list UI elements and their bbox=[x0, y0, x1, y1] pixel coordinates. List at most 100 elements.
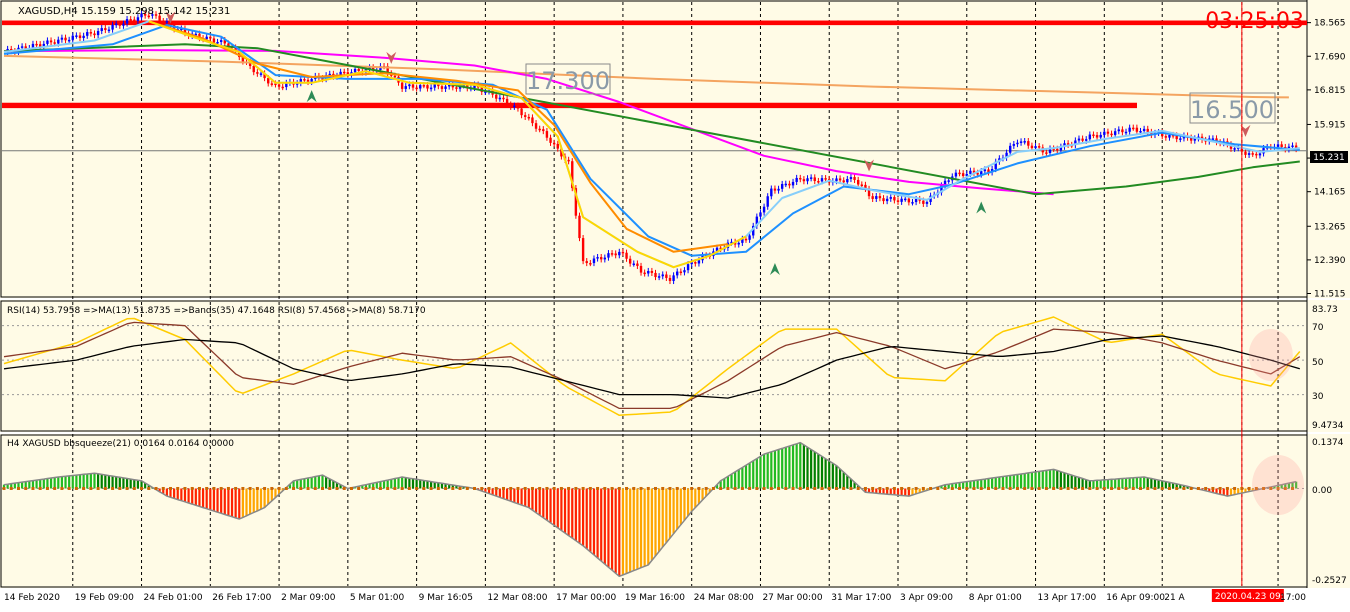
squeeze-dot bbox=[1110, 486, 1114, 490]
current-price-label: 15.231 bbox=[1313, 153, 1345, 163]
squeeze-dot bbox=[451, 486, 455, 490]
candle-bull bbox=[57, 39, 60, 44]
candle-bear bbox=[958, 172, 961, 175]
candle-bear bbox=[495, 94, 498, 99]
squeeze-dot bbox=[436, 486, 440, 490]
squeeze-dot bbox=[364, 486, 368, 490]
candle-bull bbox=[806, 178, 809, 182]
squeeze-dot bbox=[958, 486, 962, 490]
squeeze-dot bbox=[31, 486, 35, 490]
squeeze-dot bbox=[827, 486, 831, 490]
squeeze-dot bbox=[24, 486, 28, 490]
candle-bull bbox=[1291, 145, 1294, 148]
candle-bear bbox=[133, 19, 136, 22]
squeeze-dot bbox=[610, 486, 614, 490]
squeeze-dot bbox=[979, 486, 983, 490]
squeeze-dot bbox=[1088, 486, 1092, 490]
candle-bear bbox=[581, 238, 585, 262]
squeeze-dot bbox=[1153, 486, 1157, 490]
price-tick-label: 14.165 bbox=[1314, 188, 1346, 198]
price-tick-label: 17.690 bbox=[1314, 52, 1346, 62]
squeeze-dot bbox=[103, 486, 107, 490]
squeeze-dot bbox=[559, 486, 563, 490]
candle-bull bbox=[969, 170, 972, 174]
squeeze-dot bbox=[1167, 486, 1171, 490]
squeeze-dot bbox=[1218, 486, 1222, 490]
candle-bull bbox=[592, 258, 596, 264]
time-label: 27 Mar 00:00 bbox=[762, 593, 822, 603]
squeeze-dot bbox=[357, 486, 361, 490]
candle-bear bbox=[426, 85, 429, 89]
squeeze-dot bbox=[487, 486, 491, 490]
squeeze-dot bbox=[1117, 486, 1121, 490]
candle-bull bbox=[1012, 144, 1016, 146]
candle-bear bbox=[422, 85, 426, 87]
squeeze-dot bbox=[813, 486, 817, 490]
candle-bull bbox=[766, 196, 769, 207]
squeeze-dot bbox=[1001, 486, 1005, 490]
squeeze-dot bbox=[190, 486, 194, 490]
time-label: 17 Mar 00:00 bbox=[556, 593, 616, 603]
candle-bull bbox=[353, 68, 357, 73]
candle-bear bbox=[89, 32, 93, 34]
candle-bear bbox=[893, 197, 896, 201]
squeeze-dot bbox=[321, 486, 325, 490]
squeeze-dot bbox=[1175, 486, 1179, 490]
candle-bull bbox=[875, 196, 878, 199]
candle-bear bbox=[799, 177, 802, 180]
candle-bull bbox=[1247, 153, 1251, 155]
squeeze-dot bbox=[986, 486, 990, 490]
squeeze-dot bbox=[74, 486, 78, 490]
squeeze-dot bbox=[1073, 486, 1077, 490]
squeeze-dot bbox=[523, 486, 527, 490]
candle-bull bbox=[1142, 128, 1146, 132]
squeeze-dot bbox=[111, 486, 115, 490]
squeeze-dot bbox=[516, 486, 520, 490]
squeeze-dot bbox=[494, 486, 498, 490]
squeeze-tick-bottom: -0.2527 bbox=[1312, 576, 1347, 586]
squeeze-dot bbox=[1225, 486, 1229, 490]
candle-bull bbox=[647, 270, 650, 274]
squeeze-dot bbox=[212, 486, 216, 490]
candle-bear bbox=[860, 184, 864, 186]
squeeze-dot bbox=[1233, 486, 1237, 490]
squeeze-dot bbox=[400, 486, 404, 490]
squeeze-dot bbox=[682, 486, 686, 490]
squeeze-dot bbox=[769, 486, 773, 490]
squeeze-dot bbox=[45, 486, 49, 490]
time-label: 17:00 bbox=[1280, 593, 1306, 603]
candle-bear bbox=[1056, 148, 1059, 151]
squeeze-dot bbox=[625, 486, 629, 490]
squeeze-dot bbox=[748, 486, 752, 490]
candle-bull bbox=[1128, 127, 1131, 132]
candle-bull bbox=[75, 35, 78, 37]
squeeze-dot bbox=[936, 486, 940, 490]
rsi-tick-30: 30 bbox=[1312, 392, 1324, 402]
squeeze-dot bbox=[306, 486, 310, 490]
time-label: 2 Mar 09:00 bbox=[281, 593, 336, 603]
squeeze-dot bbox=[646, 486, 650, 490]
candle-bear bbox=[1027, 141, 1030, 146]
candle-bull bbox=[954, 172, 958, 177]
squeeze-dot bbox=[263, 486, 267, 490]
squeeze-dot bbox=[929, 486, 933, 490]
squeeze-dot bbox=[892, 486, 896, 490]
candle-bear bbox=[437, 84, 440, 87]
candle-bull bbox=[849, 177, 853, 179]
squeeze-dot bbox=[1240, 486, 1244, 490]
symbol-info: XAGUSD,H4 15.159 15.298 15.142 15.231 bbox=[18, 6, 230, 17]
squeeze-dot bbox=[241, 486, 245, 490]
squeeze-dot bbox=[726, 486, 730, 490]
candle-bear bbox=[502, 97, 505, 100]
squeeze-dot bbox=[458, 486, 462, 490]
candle-bull bbox=[1077, 138, 1081, 141]
squeeze-dot bbox=[313, 486, 317, 490]
squeeze-dot bbox=[885, 486, 889, 490]
squeeze-dot bbox=[914, 486, 918, 490]
level-label-lower: 16.500 bbox=[1190, 96, 1274, 124]
squeeze-dot bbox=[863, 486, 867, 490]
chart-canvas[interactable]: 18.56517.69016.81515.91515.04014.16513.2… bbox=[0, 0, 1350, 608]
candle-bear bbox=[209, 36, 212, 39]
candle-bear bbox=[643, 272, 646, 275]
squeeze-dot bbox=[711, 486, 715, 490]
